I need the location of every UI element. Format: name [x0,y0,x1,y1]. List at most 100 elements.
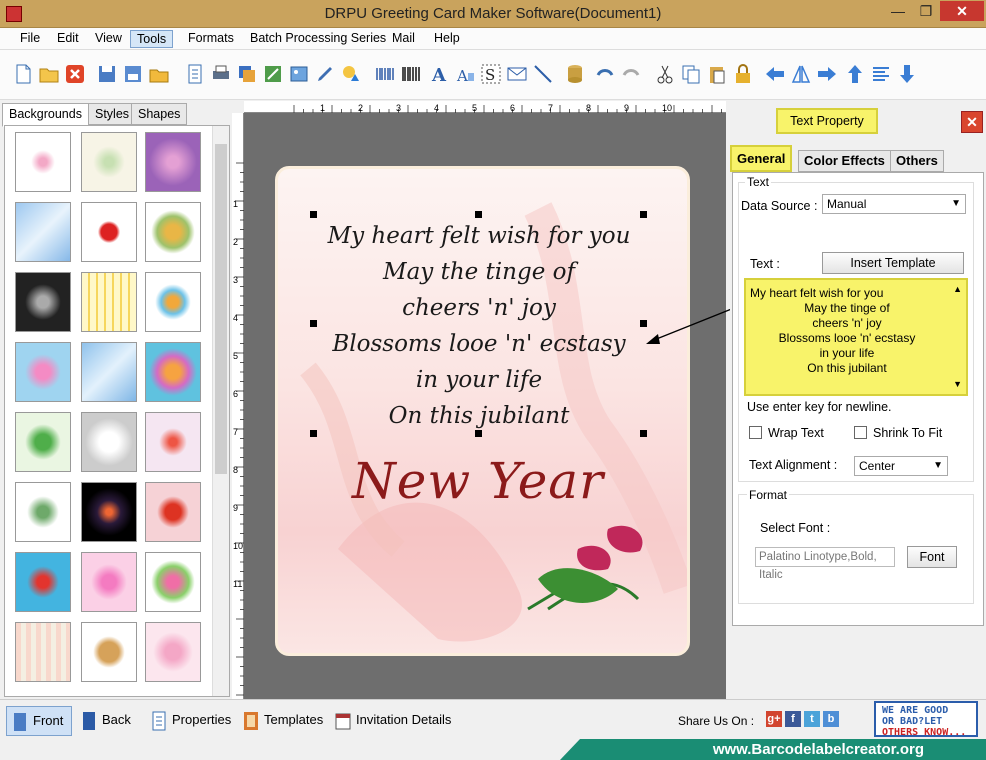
scroll-up-icon[interactable]: ▲ [953,282,962,297]
barcode-icon[interactable] [374,63,396,85]
text-content-area[interactable]: My heart felt wish for you May the tinge… [744,278,968,396]
wrap-text-checkbox[interactable] [749,426,762,439]
close-doc-icon[interactable] [64,63,86,85]
background-thumb[interactable] [15,622,71,682]
flip-icon[interactable] [790,63,812,85]
menu-file[interactable]: File [14,30,46,48]
cut-icon[interactable] [654,63,676,85]
tab-backgrounds[interactable]: Backgrounds [2,103,89,127]
background-thumb[interactable] [145,622,201,682]
line-icon[interactable] [532,63,554,85]
save-as-icon[interactable] [122,63,144,85]
align-icon[interactable] [870,63,892,85]
menu-formats[interactable]: Formats [182,30,240,48]
resize-handle[interactable] [475,211,482,218]
image-icon[interactable] [288,63,310,85]
save-icon[interactable] [96,63,118,85]
maximize-button[interactable]: ❐ [912,1,940,21]
menu-view[interactable]: View [89,30,128,48]
background-thumb[interactable] [15,202,71,262]
front-button[interactable]: Front [6,706,72,736]
background-thumb[interactable] [15,482,71,542]
edit-icon[interactable] [262,63,284,85]
arrow-right-icon[interactable] [816,63,838,85]
word-art-icon[interactable]: A [454,63,476,85]
resize-handle[interactable] [640,430,647,437]
properties-button[interactable]: Properties [146,706,232,736]
menu-help[interactable]: Help [428,30,466,48]
minimize-button[interactable]: — [884,1,912,21]
database-icon[interactable] [564,63,586,85]
background-thumb[interactable] [81,482,137,542]
resize-handle[interactable] [310,320,317,327]
card-text-block[interactable]: My heart felt wish for you May the tinge… [310,218,648,434]
background-thumb[interactable] [145,412,201,472]
background-thumb[interactable] [81,342,137,402]
background-thumb[interactable] [145,552,201,612]
insert-template-button[interactable]: Insert Template [822,252,964,274]
text-alignment-select[interactable]: Center ▼ [854,456,948,476]
background-thumb[interactable] [15,552,71,612]
background-thumb[interactable] [145,132,201,192]
facebook-icon[interactable]: f [785,711,801,727]
background-thumb[interactable] [145,272,201,332]
copy-icon[interactable] [680,63,702,85]
templates-button[interactable]: Templates [238,706,326,736]
tab-others[interactable]: Others [890,150,944,172]
arrow-down-icon[interactable] [896,63,918,85]
website-footer[interactable]: www.Barcodelabelcreator.org [560,739,986,760]
background-thumb[interactable] [81,202,137,262]
background-thumb[interactable] [81,552,137,612]
resize-handle[interactable] [310,211,317,218]
invitation-details-button[interactable]: Invitation Details [330,706,452,736]
blogger-icon[interactable]: b [823,711,839,727]
folder-icon[interactable] [148,63,170,85]
twitter-icon[interactable]: t [804,711,820,727]
scrollbar-thumb[interactable] [215,144,227,474]
background-thumb[interactable] [15,132,71,192]
font-button[interactable]: Font [907,546,957,568]
paste-icon[interactable] [706,63,728,85]
barcode2-icon[interactable] [400,63,422,85]
card-headline[interactable]: New Year [352,452,604,510]
menu-mail[interactable]: Mail [386,30,421,48]
arrow-left-icon[interactable] [764,63,786,85]
tab-styles[interactable]: Styles [88,103,137,125]
shapes-icon[interactable] [340,63,362,85]
resize-handle[interactable] [640,211,647,218]
tab-color-effects[interactable]: Color Effects [798,150,891,172]
background-thumb[interactable] [145,202,201,262]
print-icon[interactable] [210,63,232,85]
open-icon[interactable] [38,63,60,85]
background-thumb[interactable] [15,272,71,332]
menu-tools[interactable]: Tools [130,30,174,48]
layers-icon[interactable] [236,63,258,85]
background-thumb[interactable] [81,412,137,472]
signature-icon[interactable]: S [480,63,502,85]
arrow-up-icon[interactable] [844,63,866,85]
redo-icon[interactable] [620,63,642,85]
gallery-scrollbar[interactable] [212,126,229,696]
background-thumb[interactable] [81,622,137,682]
text-icon[interactable]: A [428,63,450,86]
pen-icon[interactable] [314,63,336,85]
close-window-button[interactable]: ✕ [940,1,984,21]
feedback-badge[interactable]: WE ARE GOOD OR BAD?LET OTHERS KNOW... [874,701,978,738]
background-thumb[interactable] [145,482,201,542]
background-thumb[interactable] [15,412,71,472]
shrink-to-fit-checkbox[interactable] [854,426,867,439]
background-thumb[interactable] [81,132,137,192]
undo-icon[interactable] [594,63,616,85]
background-thumb[interactable] [81,272,137,332]
new-icon[interactable] [12,63,34,85]
lock-icon[interactable] [732,63,754,85]
back-button[interactable]: Back [76,706,142,736]
tab-shapes[interactable]: Shapes [131,103,188,125]
google-plus-icon[interactable]: g+ [766,711,782,727]
resize-handle[interactable] [475,430,482,437]
menu-batch-processing[interactable]: Batch Processing Series [244,30,392,48]
data-source-select[interactable]: Manual ▼ [822,194,966,214]
background-thumb[interactable] [145,342,201,402]
mail-icon[interactable] [506,63,528,85]
resize-handle[interactable] [310,430,317,437]
